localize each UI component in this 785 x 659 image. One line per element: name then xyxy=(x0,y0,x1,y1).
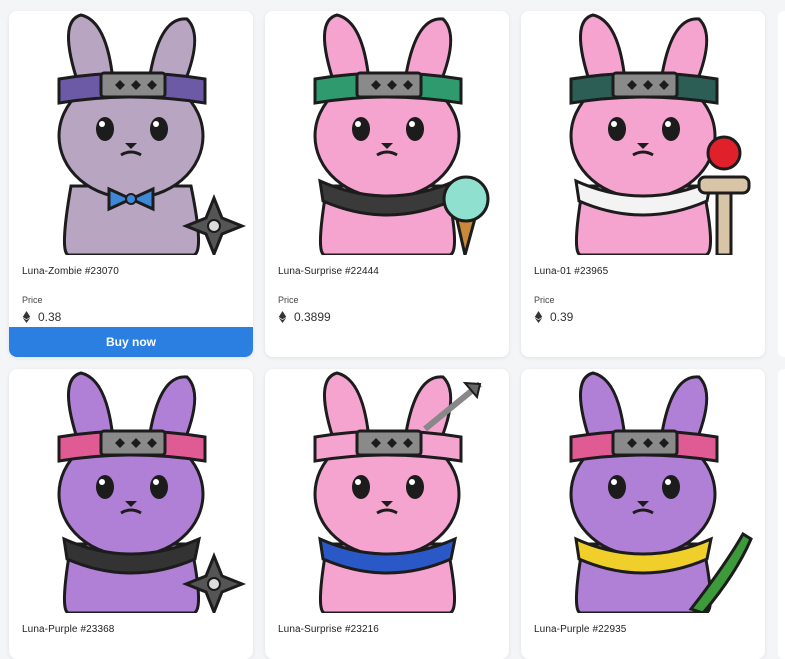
nft-card[interactable]: Luna-Purple #23368 xyxy=(9,369,253,659)
bunny-illustration xyxy=(9,11,253,255)
nft-card[interactable]: Luna-Surprise #23216 xyxy=(265,369,509,659)
nft-card-peek[interactable] xyxy=(778,11,785,357)
bunny-illustration xyxy=(521,369,765,613)
buy-now-button[interactable]: Buy now xyxy=(9,327,253,357)
ethereum-icon xyxy=(22,311,31,323)
nft-image[interactable] xyxy=(521,369,765,613)
price-value-row: 0.38 xyxy=(22,310,253,324)
price-value: 0.38 xyxy=(38,310,62,324)
nft-name: Luna-Purple #22935 xyxy=(534,624,627,635)
nft-name: Luna-Purple #23368 xyxy=(22,624,115,635)
nft-name: Luna-01 #23965 xyxy=(534,266,609,277)
nft-image[interactable] xyxy=(9,11,253,255)
price-label: Price xyxy=(534,295,555,305)
price-value-row: 0.3899 xyxy=(278,310,509,324)
nft-name: Luna-Surprise #23216 xyxy=(278,624,379,635)
nft-card-peek[interactable] xyxy=(778,369,785,659)
nft-card[interactable]: Luna-Zombie #23070 Price 0.38 Buy now xyxy=(9,11,253,357)
price-label: Price xyxy=(22,295,43,305)
nft-image[interactable] xyxy=(265,11,509,255)
bunny-illustration xyxy=(521,11,765,255)
bunny-illustration xyxy=(265,369,509,613)
price-value: 0.3899 xyxy=(294,310,331,324)
price-label: Price xyxy=(278,295,299,305)
nft-card[interactable]: Luna-01 #23965 Price 0.39 xyxy=(521,11,765,357)
nft-name: Luna-Surprise #22444 xyxy=(278,266,379,277)
nft-image[interactable] xyxy=(9,369,253,613)
bunny-illustration xyxy=(265,11,509,255)
nft-image[interactable] xyxy=(265,369,509,613)
nft-image[interactable] xyxy=(521,11,765,255)
bunny-illustration xyxy=(9,369,253,613)
price-value: 0.39 xyxy=(550,310,574,324)
nft-card[interactable]: Luna-Surprise #22444 Price 0.3899 xyxy=(265,11,509,357)
price-value-row: 0.39 xyxy=(534,310,765,324)
ethereum-icon xyxy=(278,311,287,323)
nft-name: Luna-Zombie #23070 xyxy=(22,266,119,277)
nft-card[interactable]: Luna-Purple #22935 xyxy=(521,369,765,659)
ethereum-icon xyxy=(534,311,543,323)
